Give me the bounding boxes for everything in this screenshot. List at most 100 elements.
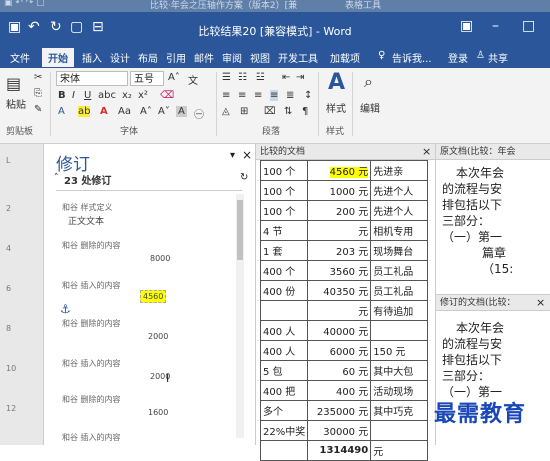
scrollbar-thumb[interactable] bbox=[237, 200, 243, 260]
table-cell[interactable]: 400 把 bbox=[259, 380, 309, 401]
tab-developer[interactable]: 开发工具 bbox=[278, 50, 318, 65]
table-cell[interactable]: 其中大包 bbox=[370, 360, 429, 381]
font-name-select[interactable]: 宋体 bbox=[56, 71, 128, 86]
revisions-scrollbar[interactable] bbox=[236, 194, 244, 438]
table-cell[interactable]: 4 节 bbox=[259, 220, 309, 241]
table-cell[interactable]: 元 bbox=[370, 440, 429, 461]
align-center-icon[interactable]: ≡ bbox=[238, 90, 246, 101]
sort-icon[interactable]: ⇅ bbox=[284, 106, 292, 117]
table-cell[interactable]: 先进个人 bbox=[370, 180, 429, 201]
table-cell[interactable]: 现场舞台 bbox=[370, 240, 429, 261]
font-size-select[interactable]: 五号 bbox=[130, 71, 164, 86]
grow-font-icon[interactable]: A˄ bbox=[140, 106, 152, 117]
justify-icon[interactable]: ≡ bbox=[270, 90, 279, 101]
table-cell[interactable]: 400 份 bbox=[259, 280, 309, 301]
table-cell[interactable]: 60 元 bbox=[307, 360, 372, 381]
highlight-icon[interactable]: ab bbox=[78, 106, 91, 117]
show-marks-icon[interactable]: ¶ bbox=[302, 106, 308, 117]
tab-view[interactable]: 视图 bbox=[250, 50, 270, 65]
tab-insert[interactable]: 插入 bbox=[82, 50, 102, 65]
table-cell[interactable]: 元 bbox=[307, 220, 372, 241]
distributed-icon[interactable]: ≣ bbox=[286, 90, 294, 101]
underline-icon[interactable]: U bbox=[84, 90, 91, 101]
revision-content-selected[interactable]: 4560 bbox=[140, 290, 167, 303]
table-cell[interactable]: 相机专用 bbox=[370, 220, 429, 241]
numbering-icon[interactable]: ☷ bbox=[238, 72, 247, 83]
paste-button[interactable]: 粘贴 bbox=[6, 96, 26, 111]
table-cell[interactable]: 多个 bbox=[259, 400, 309, 421]
close-icon[interactable]: × bbox=[536, 296, 545, 309]
increase-indent-icon[interactable]: ⇥ bbox=[296, 72, 304, 83]
tab-home[interactable]: 开始 bbox=[42, 48, 74, 67]
share-button[interactable]: 共享 bbox=[488, 50, 508, 65]
table-cell[interactable]: 30000 元 bbox=[307, 420, 372, 441]
cut-icon[interactable]: ✂ bbox=[34, 72, 42, 83]
table-cell[interactable] bbox=[370, 420, 429, 441]
table-cell[interactable]: 其中巧克 bbox=[370, 400, 429, 421]
table-cell[interactable]: 400 个 bbox=[259, 260, 309, 281]
table-cell[interactable]: 活动现场 bbox=[370, 380, 429, 401]
borders-icon[interactable]: ⊞ bbox=[240, 106, 248, 117]
revision-content[interactable]: 8000 bbox=[150, 254, 170, 263]
align-right-icon[interactable]: ≡ bbox=[254, 90, 262, 101]
refresh-icon[interactable]: ↻ bbox=[240, 172, 248, 183]
table-cell[interactable]: 150 元 bbox=[370, 340, 429, 361]
tab-mailings[interactable]: 邮件 bbox=[194, 50, 214, 65]
enclose-char-icon[interactable]: ㊀ bbox=[194, 106, 204, 121]
multilevel-list-icon[interactable]: ☳ bbox=[256, 72, 265, 83]
format-painter-icon[interactable]: ✎ bbox=[34, 104, 42, 115]
bullets-icon[interactable]: ☰ bbox=[222, 72, 231, 83]
collapse-icon[interactable]: ˄ bbox=[54, 173, 59, 183]
table-cell[interactable]: 100 个 bbox=[259, 200, 309, 221]
table-cell[interactable]: 40350 元 bbox=[307, 280, 372, 301]
styles-button[interactable]: 样式 bbox=[326, 100, 346, 115]
table-cell[interactable]: 203 元 bbox=[307, 240, 372, 261]
shrink-font-icon[interactable]: A˅ bbox=[158, 106, 170, 117]
table-cell[interactable]: 员工礼品 bbox=[370, 260, 429, 281]
close-icon[interactable]: × bbox=[242, 148, 252, 162]
font-color-icon[interactable]: A bbox=[100, 106, 108, 117]
minimize-icon[interactable]: – bbox=[492, 18, 499, 34]
revision-content[interactable]: 1600 bbox=[148, 408, 168, 417]
shading-icon[interactable]: ◬ bbox=[222, 106, 230, 117]
clear-format-icon[interactable]: ⌫ bbox=[160, 90, 174, 101]
chinese-layout-icon[interactable]: ⌧ bbox=[264, 106, 276, 117]
decrease-indent-icon[interactable]: ⇤ bbox=[282, 72, 290, 83]
tab-layout[interactable]: 布局 bbox=[138, 50, 158, 65]
tab-file[interactable]: 文件 bbox=[10, 50, 30, 65]
phonetic-guide-icon[interactable]: 文 bbox=[188, 72, 198, 87]
change-case-icon[interactable]: Aa bbox=[118, 106, 131, 117]
maximize-icon[interactable]: □ bbox=[522, 18, 535, 34]
italic-icon[interactable]: I bbox=[72, 90, 75, 101]
table-cell[interactable]: 400 人 bbox=[259, 320, 309, 341]
superscript-icon[interactable]: x² bbox=[138, 90, 148, 101]
editing-button[interactable]: 编辑 bbox=[360, 100, 380, 115]
table-cell[interactable]: 235000 元 bbox=[307, 400, 372, 421]
tab-addins[interactable]: 加载项 bbox=[330, 50, 360, 65]
table-cell[interactable]: 200 元 bbox=[307, 200, 372, 221]
tell-me-search[interactable]: 告诉我... bbox=[392, 50, 432, 65]
table-cell[interactable]: 40000 元 bbox=[307, 320, 372, 341]
table-cell[interactable] bbox=[259, 300, 309, 321]
text-effects-icon[interactable]: A bbox=[58, 106, 65, 117]
table-cell[interactable]: 1 套 bbox=[259, 240, 309, 261]
table-cell[interactable]: 4560 元 bbox=[307, 160, 372, 181]
table-cell[interactable]: 1000 元 bbox=[307, 180, 372, 201]
table-cell[interactable]: 有待追加 bbox=[370, 300, 429, 321]
revision-content[interactable]: 正文文本 bbox=[68, 214, 104, 227]
char-shading-icon[interactable]: A bbox=[176, 106, 187, 117]
table-cell[interactable]: 100 个 bbox=[259, 160, 309, 181]
pane-options-icon[interactable]: ▾ bbox=[230, 150, 235, 161]
table-cell[interactable] bbox=[259, 440, 309, 461]
table-cell[interactable]: 22%中奖 bbox=[259, 420, 309, 441]
bold-icon[interactable]: B bbox=[58, 90, 66, 101]
table-cell[interactable]: 100 个 bbox=[259, 180, 309, 201]
table-cell[interactable]: 3560 元 bbox=[307, 260, 372, 281]
table-cell[interactable] bbox=[370, 320, 429, 341]
tab-design[interactable]: 设计 bbox=[110, 50, 130, 65]
copy-icon[interactable]: ⎘ bbox=[34, 88, 42, 99]
table-cell[interactable]: 1314490 bbox=[307, 440, 372, 461]
close-icon[interactable]: × bbox=[422, 145, 431, 158]
font-size-grow-icon[interactable]: A˄ bbox=[168, 72, 180, 83]
strikethrough-icon[interactable]: abc bbox=[98, 90, 116, 101]
